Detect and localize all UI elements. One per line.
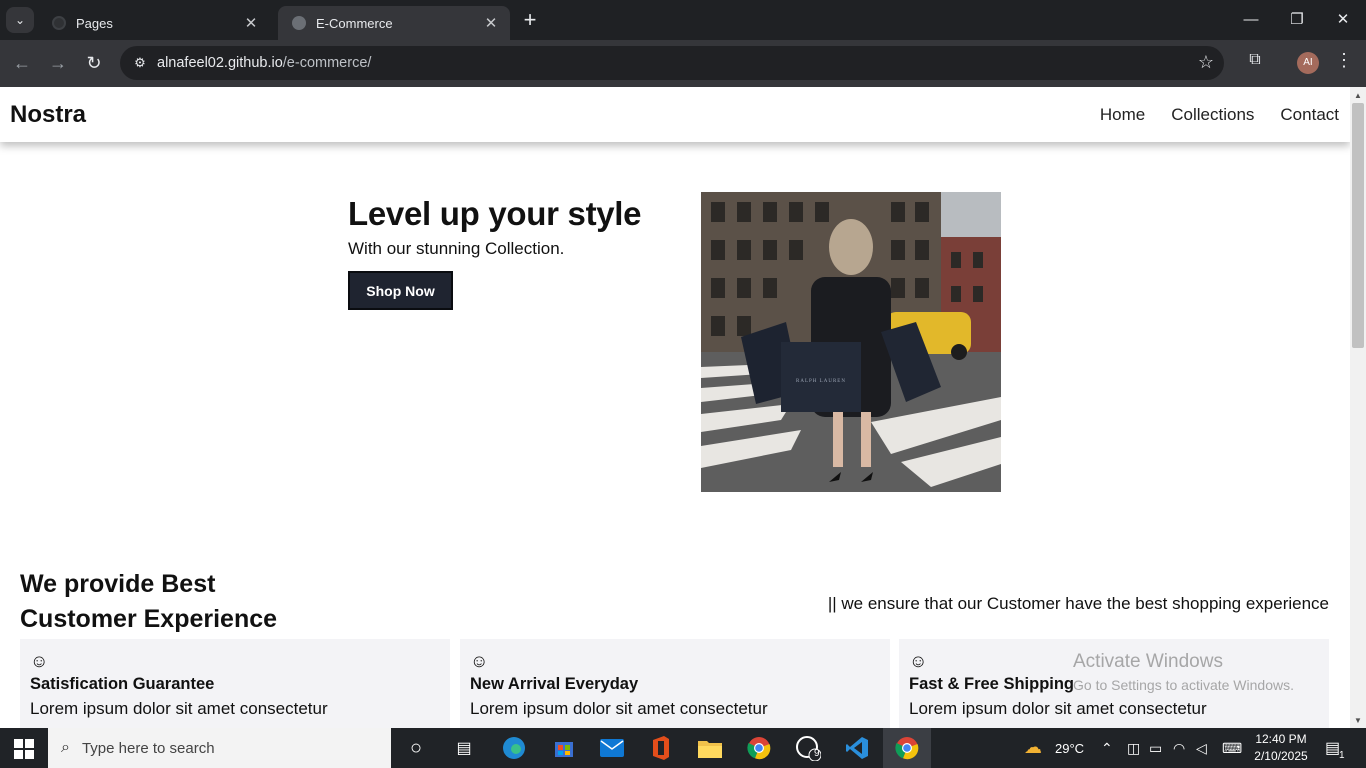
feature-title: New Arrival Everyday: [470, 675, 639, 693]
menu-icon[interactable]: ⋮: [1334, 50, 1354, 74]
url-path: /e-commerce/: [282, 55, 372, 71]
wifi-icon[interactable]: ◠: [1173, 740, 1185, 757]
volume-icon[interactable]: ◁: [1196, 740, 1207, 757]
forward-button[interactable]: →: [45, 50, 71, 76]
clock-date[interactable]: 2/10/2025: [1253, 749, 1309, 763]
tab-e-commerce[interactable]: E-Commerce ✕: [278, 6, 510, 40]
reload-button[interactable]: ↻: [81, 50, 107, 76]
extensions-icon[interactable]: ⧉: [1244, 51, 1266, 73]
feature-card: ☺ Satisfication Guarantee Lorem ipsum do…: [20, 639, 450, 728]
section-note: || we ensure that our Customer have the …: [827, 594, 1329, 613]
cortana-icon[interactable]: ○: [402, 734, 430, 762]
scroll-thumb[interactable]: [1352, 103, 1364, 348]
browser-tab-strip: ⌄ Pages ✕ E-Commerce ✕ + — ❐ ✕: [0, 0, 1366, 40]
search-placeholder: Type here to search: [81, 739, 215, 757]
tab-pages[interactable]: Pages ✕: [38, 6, 270, 40]
svg-text:RALPH LAUREN: RALPH LAUREN: [796, 379, 846, 384]
hero-subtitle: With our stunning Collection.: [348, 239, 565, 258]
close-icon[interactable]: ✕: [482, 14, 500, 32]
keyboard-icon[interactable]: ⌨: [1222, 740, 1242, 757]
taskbar-search-box[interactable]: ⌕ Type here to search: [48, 728, 391, 768]
url-host: alnafeel02.github.io: [157, 55, 283, 71]
web-page: Nostra Home Collections Contact Level up…: [0, 87, 1350, 728]
whatsapp-icon[interactable]: 9: [794, 734, 822, 762]
section-title: We provide Best Customer Experience: [20, 570, 278, 633]
activate-windows-watermark: Activate Windows Go to Settings to activ…: [1073, 651, 1294, 693]
browser-toolbar: ← → ↻ ⚙ alnafeel02.github.io/e-commerce/…: [0, 40, 1366, 87]
close-window-button[interactable]: ✕: [1331, 8, 1355, 32]
site-logo[interactable]: Nostra: [10, 101, 86, 129]
chevron-up-icon[interactable]: ⌃: [1101, 740, 1113, 757]
tab-search-button[interactable]: ⌄: [6, 7, 34, 33]
edge-icon[interactable]: [500, 734, 528, 762]
bookmark-star-icon[interactable]: ☆: [1198, 52, 1214, 73]
scroll-up-icon[interactable]: ▲: [1354, 91, 1362, 100]
chevron-down-icon: ⌄: [14, 13, 26, 27]
globe-icon: [292, 16, 306, 30]
windows-start-icon[interactable]: [14, 739, 34, 759]
address-bar[interactable]: ⚙ alnafeel02.github.io/e-commerce/ ☆: [120, 46, 1224, 80]
shop-now-button[interactable]: Shop Now: [348, 271, 453, 310]
minimize-button[interactable]: —: [1239, 8, 1263, 32]
github-icon: [52, 16, 66, 30]
feature-card: ☺ New Arrival Everyday Lorem ipsum dolor…: [460, 639, 890, 728]
hero-text: Level up your style With our stunning Co…: [348, 195, 642, 310]
notification-icon[interactable]: ▤: [1325, 738, 1340, 758]
vscode-icon[interactable]: [843, 734, 871, 762]
page-scrollbar[interactable]: ▲ ▼: [1350, 87, 1366, 728]
search-icon: ⌕: [61, 739, 70, 756]
profile-avatar[interactable]: AI: [1297, 52, 1319, 74]
smiley-icon: ☺: [470, 651, 489, 671]
feature-text: Lorem ipsum dolor sit amet consectetur: [470, 699, 768, 718]
restore-button[interactable]: ❐: [1285, 8, 1309, 32]
temperature[interactable]: 29°C: [1055, 741, 1084, 756]
new-tab-button[interactable]: +: [518, 9, 542, 33]
tab-title: Pages: [76, 15, 113, 31]
office-icon[interactable]: [647, 734, 675, 762]
task-view-icon[interactable]: ▤: [450, 734, 478, 762]
chrome-profile-icon[interactable]: [893, 734, 921, 762]
meet-icon[interactable]: ◫: [1127, 740, 1140, 757]
feature-text: Lorem ipsum dolor sit amet consectetur: [30, 699, 328, 718]
site-navbar: Nostra Home Collections Contact: [0, 87, 1350, 142]
clock-time[interactable]: 12:40 PM: [1255, 732, 1307, 746]
weather-icon[interactable]: ☁: [1024, 737, 1042, 758]
watermark-line-2: Go to Settings to activate Windows.: [1073, 677, 1294, 693]
mail-icon[interactable]: [598, 734, 626, 762]
chrome-icon[interactable]: [745, 734, 773, 762]
nav-links: Home Collections Contact: [1100, 105, 1339, 125]
windows-taskbar: ⌕ Type here to search ○ ▤ 9 ☁ 29°C ⌃ ◫ ▭…: [0, 728, 1366, 768]
hero-image: RALPH LAUREN: [701, 192, 1001, 492]
close-icon[interactable]: ✕: [242, 14, 260, 32]
whatsapp-badge: 9: [814, 748, 820, 759]
feature-title: Satisfication Guarantee: [30, 675, 215, 693]
nav-contact[interactable]: Contact: [1280, 105, 1339, 125]
nav-collections[interactable]: Collections: [1171, 105, 1254, 125]
site-info-icon[interactable]: ⚙: [130, 55, 150, 71]
hero-title: Level up your style: [348, 195, 642, 232]
watermark-line-1: Activate Windows: [1073, 651, 1223, 672]
battery-icon[interactable]: ▭: [1149, 740, 1162, 757]
microsoft-store-icon[interactable]: [550, 734, 578, 762]
tab-title: E-Commerce: [316, 15, 393, 31]
nav-home[interactable]: Home: [1100, 105, 1145, 125]
scroll-down-icon[interactable]: ▼: [1354, 716, 1362, 725]
back-button[interactable]: ←: [9, 50, 35, 76]
smiley-icon: ☺: [30, 651, 49, 671]
url-text: alnafeel02.github.io/e-commerce/: [157, 55, 371, 71]
feature-text: Lorem ipsum dolor sit amet consectetur: [909, 699, 1207, 718]
file-explorer-icon[interactable]: [696, 734, 724, 762]
notification-count: 1: [1339, 750, 1345, 761]
